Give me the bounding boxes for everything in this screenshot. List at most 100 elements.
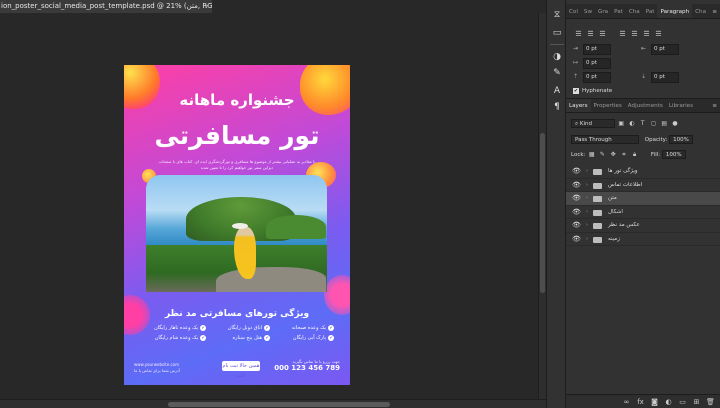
lock-transparent-icon[interactable]: ▦ <box>587 150 596 160</box>
horizontal-scrollbar[interactable] <box>0 399 546 408</box>
layer-row[interactable]: 👁︎ › اشکال <box>566 206 720 220</box>
lock-image-icon[interactable]: ✎ <box>598 150 607 160</box>
comment-icon[interactable]: ▭ <box>552 28 562 38</box>
lock-row: Lock: ▦ ✎ ✥ ⌗ 🔒︎ Fill: 100% <box>571 150 686 160</box>
space-before-field[interactable]: ⇡ 0 pt <box>573 72 611 83</box>
features-title: ویژگی تورهای مسافرتی مد نظر <box>164 309 310 319</box>
eye-icon[interactable]: 👁︎ <box>572 165 582 179</box>
indent-left-field[interactable]: ⇥ 0 pt <box>573 44 611 55</box>
filter-kind-dropdown[interactable]: ⌕ Kind <box>571 119 615 128</box>
chevron-right-icon[interactable]: › <box>586 192 588 206</box>
text-icon[interactable]: A <box>552 86 562 96</box>
folder-icon <box>593 223 602 229</box>
chevron-right-icon[interactable]: › <box>586 165 588 179</box>
website-subtext: آدرس شما برای تماس با ما <box>134 368 180 373</box>
align-right-icon[interactable]: ☰ <box>598 30 607 39</box>
folder-icon <box>593 182 602 189</box>
canvas-area[interactable]: جشنواره ماهانه تور مسافرتی با مقادیر به … <box>0 13 538 399</box>
justify-all-icon[interactable]: ☰ <box>654 30 663 39</box>
chevron-right-icon[interactable]: › <box>586 179 588 193</box>
photo-hat <box>232 223 248 229</box>
fill-value[interactable]: 100% <box>661 150 686 159</box>
tab-character[interactable]: Cha <box>626 4 643 18</box>
features-column: یک وعده ناهار رایگان یک وعده شام رایگان <box>142 325 206 345</box>
opacity-label: Opacity: <box>644 137 668 143</box>
hyphenate-label: Hyphenate <box>582 88 613 94</box>
tab-patterns[interactable]: Pat <box>611 4 626 18</box>
eye-icon[interactable]: 👁︎ <box>572 233 582 247</box>
filter-smart-object-icon[interactable]: ▤ <box>660 119 669 129</box>
layer-row[interactable]: 👁︎ › ویژگی تور ها <box>566 165 720 179</box>
eye-icon[interactable]: 👁︎ <box>572 219 582 233</box>
tab-swatches[interactable]: Sw <box>581 4 595 18</box>
blend-mode-dropdown[interactable]: Pass Through <box>571 135 639 144</box>
filter-shape-icon[interactable]: ◻ <box>649 119 658 129</box>
tab-paragraph[interactable]: Paragraph <box>657 4 693 18</box>
tab-character-styles[interactable]: Cha <box>692 4 709 18</box>
eye-icon[interactable]: 👁︎ <box>572 206 582 220</box>
filter-toggle-icon[interactable]: ● <box>671 119 680 129</box>
tab-paths[interactable]: Pat <box>643 4 658 18</box>
indent-right-icon: ⇤ <box>641 45 647 52</box>
document-tab-title: ion_poster_social_media_post_template.ps… <box>1 2 212 10</box>
justify-left-icon[interactable]: ☰ <box>618 30 627 39</box>
link-icon[interactable]: ∞ <box>622 398 631 406</box>
layer-row-selected[interactable]: 👁︎ › متن <box>566 192 720 206</box>
layers-footer: ∞ fx ◙ ◐ ▭ ⊞ 🗑︎ <box>566 394 720 408</box>
justify-right-icon[interactable]: ☰ <box>642 30 651 39</box>
tab-gradients[interactable]: Gra <box>595 4 611 18</box>
folder-icon <box>593 196 602 202</box>
eye-icon[interactable]: 👁︎ <box>572 192 582 206</box>
eye-icon[interactable]: 👁︎ <box>572 179 582 193</box>
hyphenate-checkbox[interactable]: ✔ Hyphenate <box>573 88 612 94</box>
filter-pixel-icon[interactable]: ▣ <box>617 119 626 129</box>
space-after-icon: ⇣ <box>641 73 647 80</box>
close-icon[interactable]: × <box>204 0 210 13</box>
poster-artboard[interactable]: جشنواره ماهانه تور مسافرتی با مقادیر به … <box>124 65 350 385</box>
poster-photo <box>146 175 327 292</box>
layer-row[interactable]: 👁︎ › عکس مد نظر <box>566 219 720 233</box>
filter-adjustment-icon[interactable]: ◐ <box>628 119 637 129</box>
tab-properties[interactable]: Properties <box>591 99 625 112</box>
mask-icon[interactable]: ◙ <box>650 398 659 406</box>
vertical-scrollbar[interactable] <box>538 13 546 399</box>
indent-right-field[interactable]: ⇤ 0 pt <box>641 44 679 55</box>
align-left-icon[interactable]: ☰ <box>574 30 583 39</box>
scrollbar-thumb[interactable] <box>168 402 390 407</box>
tab-layers[interactable]: Layers <box>566 99 591 112</box>
history-icon[interactable]: ⧖ <box>552 10 562 20</box>
opacity-value[interactable]: 100% <box>669 135 693 144</box>
panel-menu-icon[interactable]: ≡ <box>712 99 720 112</box>
panel-menu-icon[interactable]: ≡ <box>712 4 720 18</box>
trash-icon[interactable]: 🗑︎ <box>706 398 715 406</box>
tab-color[interactable]: Col <box>566 4 581 18</box>
new-layer-icon[interactable]: ⊞ <box>692 398 701 406</box>
tab-libraries[interactable]: Libraries <box>666 99 696 112</box>
lock-position-icon[interactable]: ✥ <box>609 150 618 160</box>
cta-button: همین حالا ثبت نام کنید <box>222 361 260 379</box>
layer-row[interactable]: 👁︎ › زمینه <box>566 233 720 247</box>
adjust-icon[interactable]: ◑ <box>552 52 562 62</box>
paragraph-icon[interactable]: ¶ <box>552 102 562 112</box>
space-after-field[interactable]: ⇣ 0 pt <box>641 72 679 83</box>
align-center-icon[interactable]: ☰ <box>586 30 595 39</box>
document-tab[interactable]: ion_poster_social_media_post_template.ps… <box>0 0 212 13</box>
tab-adjustments[interactable]: Adjustments <box>625 99 666 112</box>
paragraph-panel-tabs: Col Sw Gra Pat Cha Pat Paragraph Cha ≡ <box>566 4 720 19</box>
fx-icon[interactable]: fx <box>636 398 645 406</box>
filter-type-icon[interactable]: T <box>638 119 647 129</box>
chevron-right-icon[interactable]: › <box>586 219 588 233</box>
chevron-right-icon[interactable]: › <box>586 233 588 247</box>
layer-row[interactable]: 👁︎ › اطلاعات تماس <box>566 179 720 193</box>
adjustment-layer-icon[interactable]: ◐ <box>664 398 673 406</box>
scrollbar-thumb[interactable] <box>540 133 545 293</box>
checkbox-checked-icon[interactable]: ✔ <box>573 88 579 94</box>
justify-center-icon[interactable]: ☰ <box>630 30 639 39</box>
chevron-right-icon[interactable]: › <box>586 206 588 220</box>
brush-preset-icon[interactable]: ✎ <box>552 68 562 78</box>
new-group-icon[interactable]: ▭ <box>678 398 687 406</box>
indent-first-line-field[interactable]: ↦ 0 pt <box>573 58 611 69</box>
lock-artboard-icon[interactable]: ⌗ <box>619 150 628 160</box>
layer-name: متن <box>608 195 617 201</box>
lock-all-icon[interactable]: 🔒︎ <box>630 150 639 160</box>
